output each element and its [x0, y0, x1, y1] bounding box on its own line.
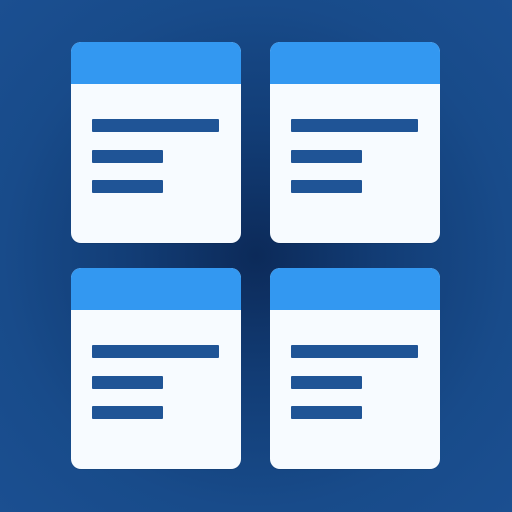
document-text-line-short: [92, 150, 163, 163]
document-card-header: [270, 268, 440, 310]
document-card-header: [270, 42, 440, 84]
document-text-line-short: [291, 376, 362, 389]
document-card-top-right: [270, 42, 440, 243]
document-text-line-short: [92, 180, 163, 193]
document-text-line-long: [92, 345, 219, 358]
document-text-line-short: [92, 376, 163, 389]
document-text-line-short: [291, 150, 362, 163]
document-grid-icon: [0, 0, 512, 512]
document-text-line-long: [291, 119, 418, 132]
document-text-line-long: [291, 345, 418, 358]
document-text-line-short: [92, 406, 163, 419]
document-text-line-short: [291, 406, 362, 419]
document-text-line-long: [92, 119, 219, 132]
document-text-line-short: [291, 180, 362, 193]
document-card-bottom-right: [270, 268, 440, 469]
document-card-header: [71, 42, 241, 84]
document-card-top-left: [71, 42, 241, 243]
document-card-bottom-left: [71, 268, 241, 469]
document-card-header: [71, 268, 241, 310]
